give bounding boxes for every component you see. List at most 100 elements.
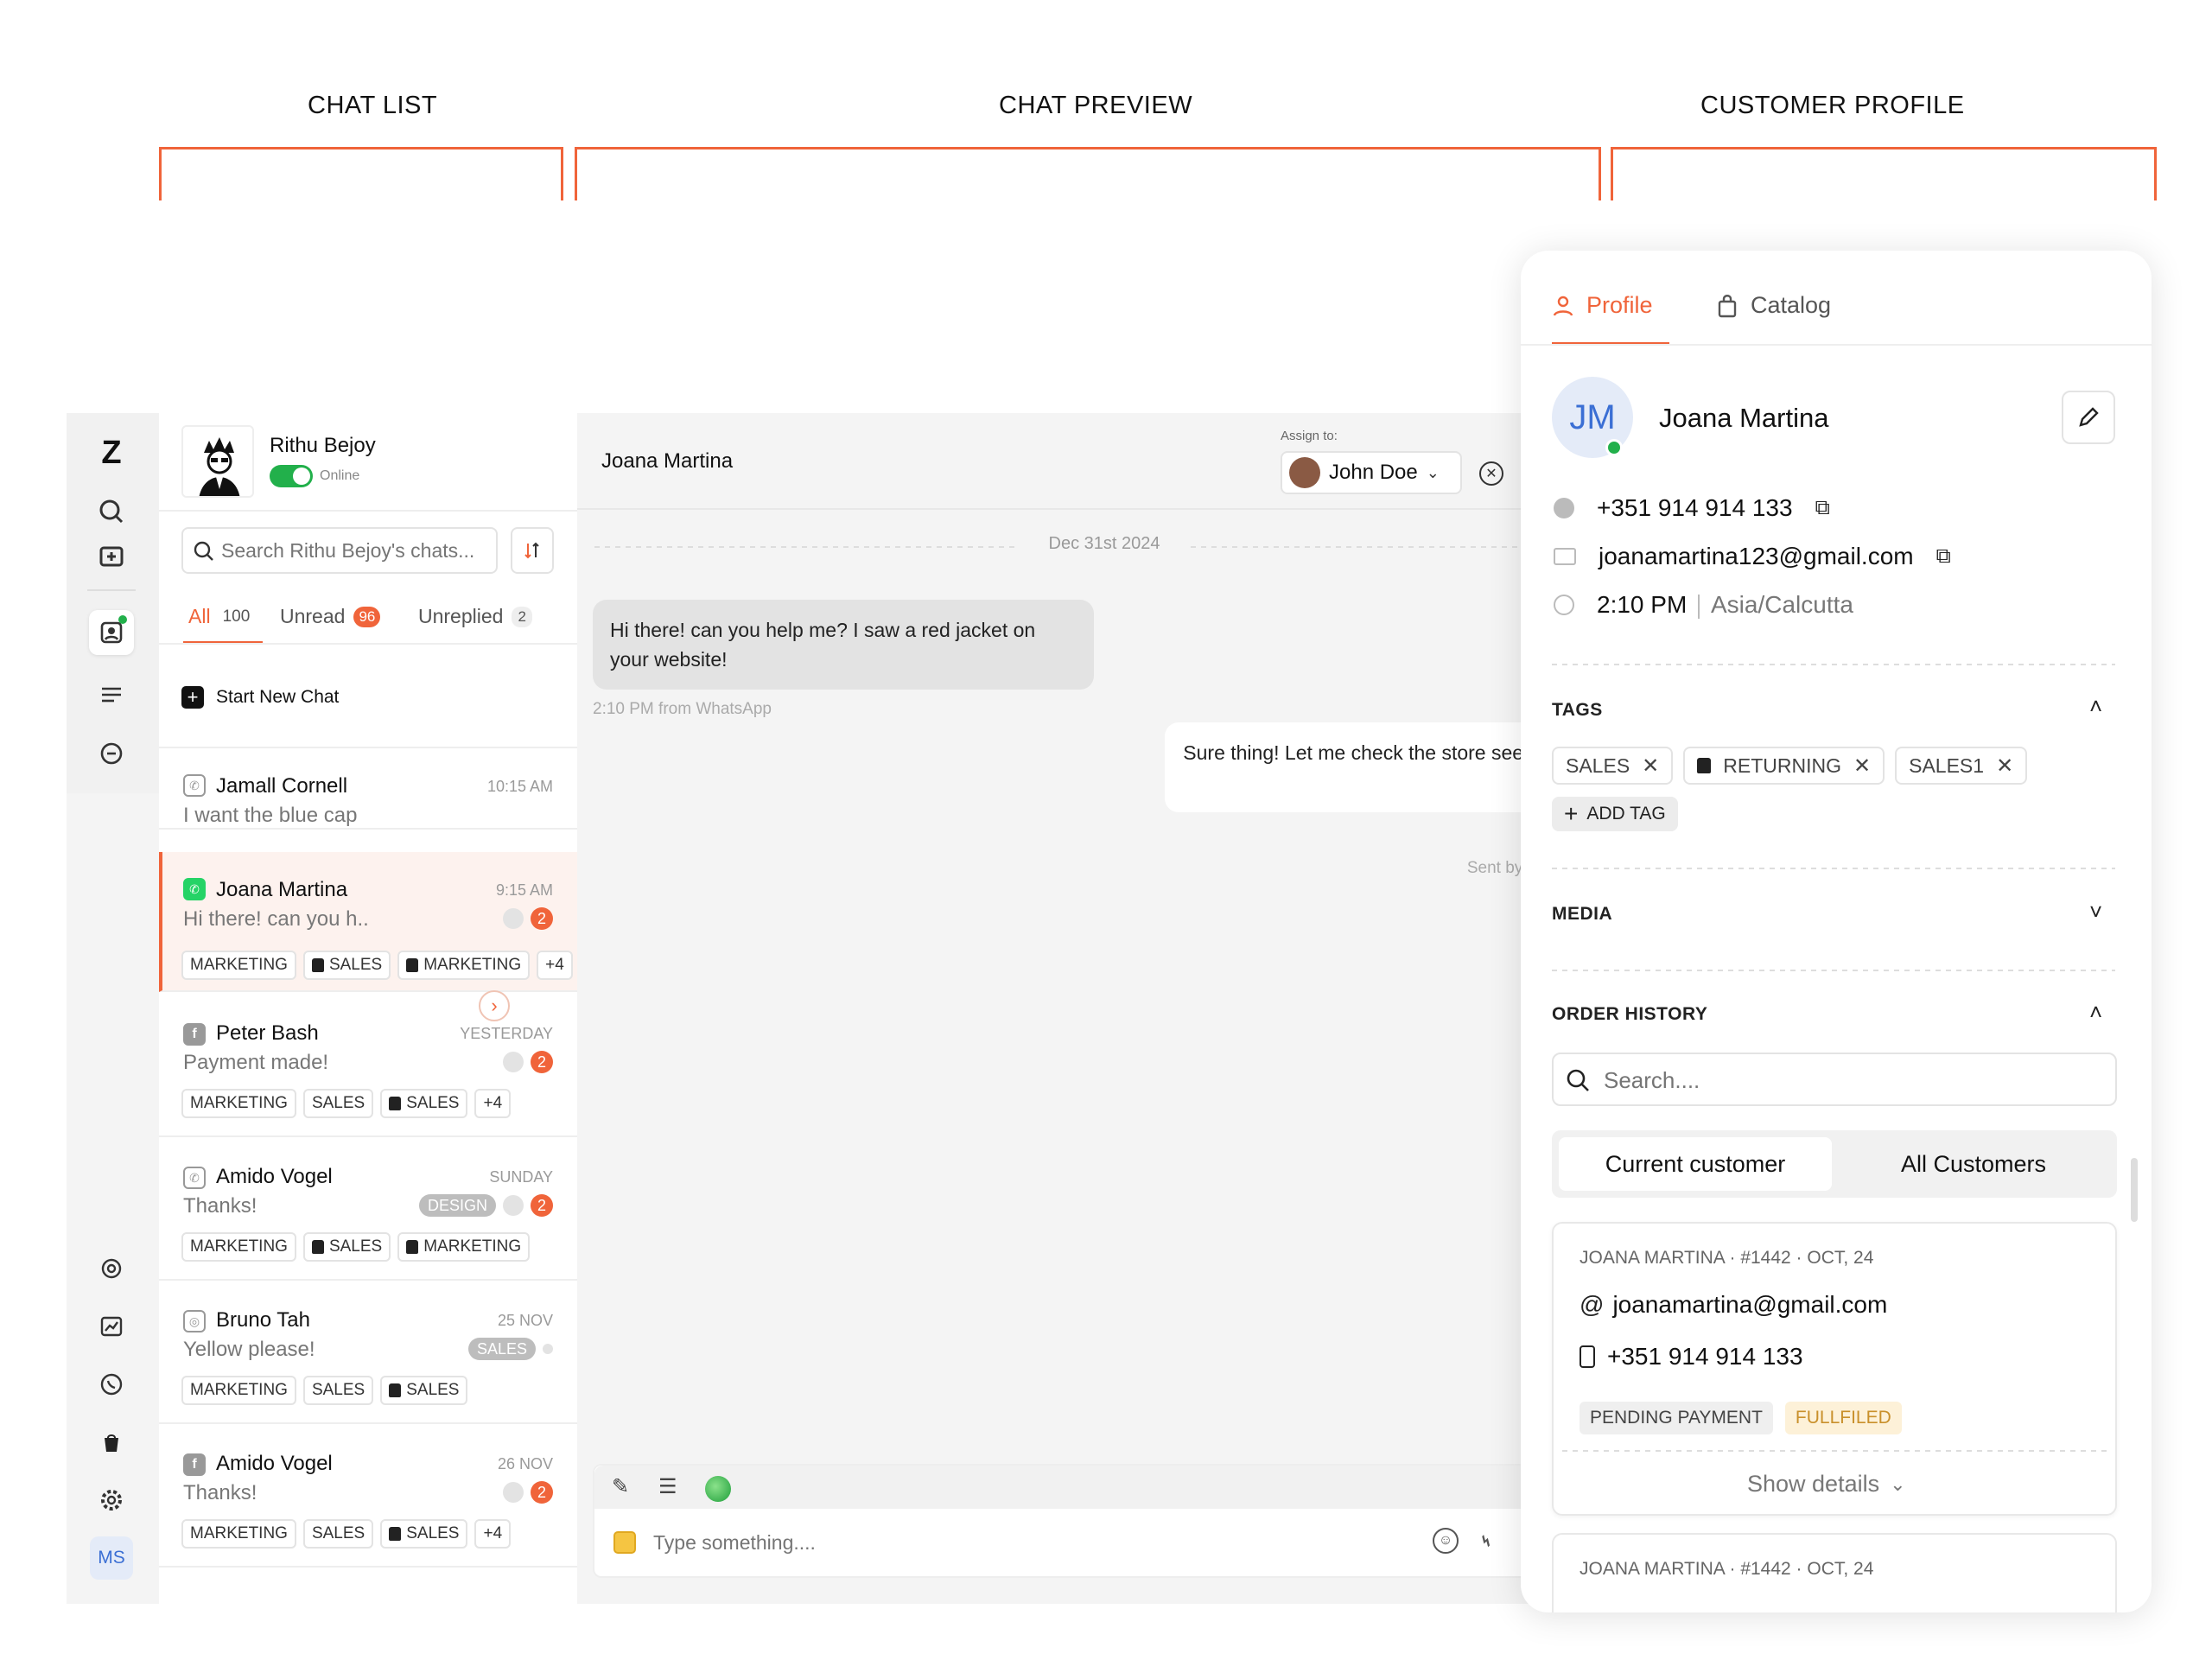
filter-list-icon[interactable]: [92, 676, 130, 714]
tab-all-label: All: [188, 605, 211, 627]
list-item[interactable]: ✆ Amido Vogel SUNDAY Thanks! DESIGN 2 MAR…: [159, 1137, 577, 1281]
new-message-icon[interactable]: [92, 539, 130, 577]
order-scope-toggle: Current customer All Customers: [1552, 1130, 2117, 1198]
email-icon: [1554, 548, 1576, 565]
chat-search-input[interactable]: [221, 537, 489, 563]
composer: ✎ ☰ ☺ ⌁: [593, 1464, 1624, 1578]
chevron-up-icon[interactable]: ˄: [2089, 999, 2102, 1026]
order-search[interactable]: [1552, 1053, 2117, 1106]
chat-time: 10:15 AM: [486, 778, 553, 795]
list-item[interactable]: ◎ Bruno Tah 25 NOV Yellow please! SALES …: [159, 1281, 577, 1424]
customer-local-time: 2:10 PM: [1597, 591, 1688, 618]
analytics-icon[interactable]: [92, 1307, 130, 1345]
shopify-icon: [389, 1383, 402, 1397]
at-icon: @: [1580, 1291, 1605, 1318]
order-search-input[interactable]: [1604, 1065, 2088, 1096]
chat-name: Jamall Cornell: [216, 774, 348, 798]
message-input[interactable]: [653, 1526, 1431, 1559]
chat-preview-text: I want the blue cap: [183, 804, 358, 827]
read-dot: [543, 1344, 553, 1354]
facebook-icon: f: [183, 1023, 206, 1046]
customer-timezone: Asia/Calcutta: [1711, 591, 1853, 618]
unread-badge: 2: [531, 907, 553, 930]
shopify-icon: [389, 1527, 402, 1541]
settings-gear-icon[interactable]: [92, 1481, 130, 1519]
chevron-up-icon[interactable]: ˄: [2089, 693, 2102, 720]
remove-tag-icon[interactable]: ✕: [1642, 754, 1659, 779]
tab-current-customer[interactable]: Current customer: [1559, 1137, 1832, 1191]
agent-avatar[interactable]: [181, 425, 254, 498]
ai-reply-icon[interactable]: ✎: [612, 1474, 629, 1499]
assignee-avatar: [1289, 457, 1320, 488]
account-avatar[interactable]: MS: [90, 1536, 133, 1580]
chat-time: SUNDAY: [489, 1168, 553, 1186]
shopify-icon[interactable]: [92, 1423, 130, 1461]
tag-label: SALES: [406, 1381, 460, 1399]
copy-icon[interactable]: ⧉: [1936, 544, 1951, 569]
profile-tag: SALES1 ✕: [1895, 747, 2028, 785]
more-tags[interactable]: +4: [537, 951, 573, 980]
remove-tag-icon[interactable]: ✕: [1853, 754, 1871, 779]
profile-tag: RETURNING ✕: [1683, 747, 1885, 785]
profile-tag: SALES ✕: [1552, 747, 1674, 785]
show-details-button[interactable]: Show details ⌄: [1747, 1471, 1906, 1498]
tag: SALES: [380, 1089, 468, 1118]
date-divider: Dec 31st 2024: [1048, 534, 1160, 553]
chat-bubble-icon[interactable]: [92, 735, 130, 773]
logo-icon[interactable]: Z: [92, 434, 130, 472]
add-tag-button[interactable]: + ADD TAG: [1552, 797, 1678, 831]
unread-count-badge: 96: [353, 606, 381, 627]
tab-unreplied[interactable]: Unreplied 2: [418, 605, 532, 628]
ai-icon[interactable]: [92, 1250, 130, 1288]
remove-tag-icon[interactable]: ✕: [1996, 754, 2013, 779]
chevron-down-icon[interactable]: ˅: [2089, 899, 2102, 925]
tab-all[interactable]: All 100: [188, 605, 250, 628]
list-item[interactable]: f Amido Vogel 26 NOV Thanks! 2 MARKETING…: [159, 1424, 577, 1568]
tab-profile[interactable]: Profile: [1552, 292, 1653, 319]
chat-name: Amido Vogel: [216, 1452, 333, 1475]
add-tag-label: ADD TAG: [1586, 804, 1666, 824]
contacts-nav-button[interactable]: [89, 610, 134, 655]
tab-unread[interactable]: Unread 96: [280, 605, 381, 628]
phone-icon: [1580, 1345, 1595, 1368]
contact-name: Joana Martina: [601, 449, 734, 473]
section-label-chat-list: CHAT LIST: [308, 92, 438, 119]
quick-reply-icon[interactable]: ☰: [658, 1474, 677, 1499]
copy-icon[interactable]: ⧉: [1815, 496, 1830, 520]
more-tags[interactable]: +4: [474, 1519, 512, 1549]
shopify-icon: [1697, 758, 1712, 773]
note-icon[interactable]: [613, 1531, 636, 1554]
list-item[interactable]: ✆ Jamall Cornell 10:15 AM I want the blu…: [159, 748, 577, 830]
search-icon[interactable]: [92, 493, 130, 531]
start-new-chat-button[interactable]: + Start New Chat: [181, 686, 339, 709]
customer-name: Joana Martina: [1659, 403, 1829, 433]
chat-search[interactable]: [181, 527, 498, 574]
tab-catalog[interactable]: Catalog: [1716, 292, 1831, 319]
more-tags[interactable]: +4: [474, 1089, 512, 1118]
tab-profile-label: Profile: [1586, 292, 1653, 318]
list-item-selected[interactable]: ✆ Joana Martina 9:15 AM Hi there! can yo…: [159, 852, 577, 992]
whatsapp-status-icon[interactable]: [705, 1476, 731, 1502]
assignee-dropdown[interactable]: John Doe ⌄: [1281, 451, 1462, 494]
whatsapp-icon: ✆: [183, 774, 206, 797]
plus-square-icon: +: [181, 686, 204, 709]
scrollbar[interactable]: [2131, 1158, 2138, 1222]
close-chat-icon[interactable]: ✕: [1479, 461, 1503, 486]
whatsapp-icon: ✆: [183, 878, 206, 900]
edit-profile-button[interactable]: [2062, 391, 2115, 444]
mute-icon: [503, 1195, 524, 1216]
list-item[interactable]: f Peter Bash YESTERDAY Payment made! 2 M…: [159, 994, 577, 1137]
bracket-chat-preview: [575, 147, 1601, 200]
tab-catalog-label: Catalog: [1751, 292, 1832, 318]
whatsapp-icon[interactable]: [92, 1365, 130, 1403]
online-toggle[interactable]: [270, 465, 313, 487]
whatsapp-icon: [1554, 498, 1574, 518]
tab-all-customers[interactable]: All Customers: [1837, 1137, 2110, 1191]
emoji-icon[interactable]: ☺: [1433, 1528, 1459, 1554]
chevron-down-icon: ⌄: [1890, 1472, 1906, 1495]
tab-unread-label: Unread: [280, 605, 346, 627]
sort-button[interactable]: [511, 527, 554, 574]
chat-preview-text: Thanks!: [183, 1481, 257, 1504]
attachment-icon[interactable]: ⌁: [1471, 1525, 1502, 1555]
unread-badge: 2: [531, 1481, 553, 1504]
